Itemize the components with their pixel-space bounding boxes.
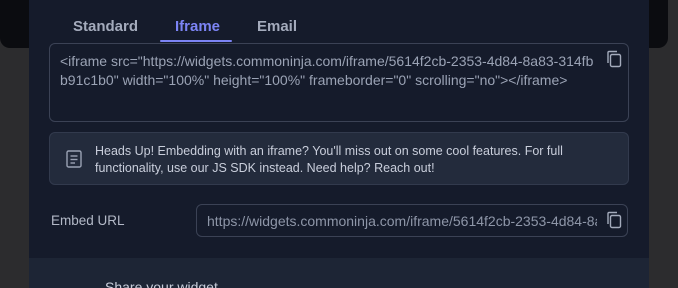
document-icon <box>65 149 83 169</box>
share-title: Share your widget <box>105 279 218 288</box>
embed-code-box[interactable]: <iframe src="https://widgets.commoninja.… <box>49 43 629 122</box>
copy-url-icon[interactable] <box>606 211 622 229</box>
embed-tabs: Standard Iframe Email <box>29 0 649 42</box>
embed-url-field[interactable] <box>196 204 628 237</box>
notice-text: Heads Up! Embedding with an iframe? You'… <box>95 144 563 175</box>
tab-iframe[interactable]: Iframe <box>175 18 220 35</box>
tab-email[interactable]: Email <box>257 18 297 35</box>
embed-modal: Standard Iframe Email <iframe src="https… <box>29 0 649 288</box>
tab-standard[interactable]: Standard <box>73 18 138 35</box>
copy-code-icon[interactable] <box>606 50 622 68</box>
embed-code-text[interactable]: <iframe src="https://widgets.commoninja.… <box>60 52 596 90</box>
share-section: Share your widget <box>29 258 649 288</box>
embed-url-input[interactable] <box>207 205 597 236</box>
active-tab-indicator <box>160 40 232 42</box>
embed-url-label: Embed URL <box>51 213 125 228</box>
iframe-notice: Heads Up! Embedding with an iframe? You'… <box>49 132 629 185</box>
